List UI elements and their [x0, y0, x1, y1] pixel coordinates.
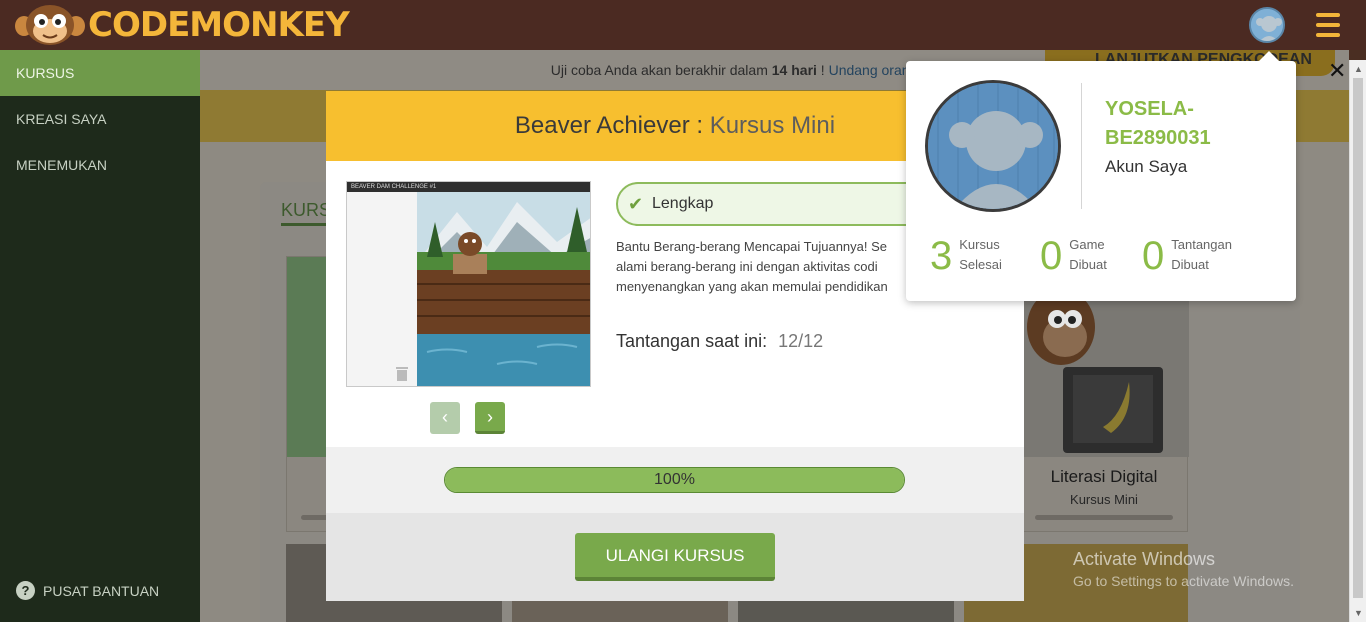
- top-bar: CODEMONKEY: [0, 0, 1366, 50]
- chevron-right-icon: ›: [487, 407, 493, 427]
- stat-value: 0: [1040, 234, 1063, 278]
- description-line: alami berang-berang ini dengan aktivitas…: [616, 259, 878, 274]
- windows-watermark-title: Activate Windows: [1073, 549, 1216, 569]
- status-label: Lengkap: [652, 195, 714, 212]
- trial-text-mid: !: [816, 62, 829, 78]
- help-center-label: PUSAT BANTUAN: [43, 582, 160, 599]
- previous-challenge-button[interactable]: ‹: [430, 402, 460, 434]
- stat-label-line: Dibuat: [1069, 257, 1107, 272]
- question-icon: ?: [16, 581, 35, 600]
- checkmark-icon: ✔: [628, 194, 644, 214]
- profile-avatar[interactable]: [925, 80, 1061, 212]
- trash-icon: [396, 367, 408, 381]
- profile-username: YOSELA-BE2890031: [1105, 98, 1211, 149]
- stat-label-line: Game: [1069, 237, 1105, 252]
- course-card-progress: [1035, 515, 1173, 520]
- help-center-link[interactable]: ? PUSAT BANTUAN: [16, 581, 159, 600]
- modal-title: Beaver Achiever :: [514, 112, 704, 139]
- scroll-thumb[interactable]: [1353, 78, 1363, 598]
- course-description: Bantu Berang-berang Mencapai Tujuannya! …: [616, 237, 906, 297]
- description-line: menyenangkan yang akan memulai pendidika…: [616, 279, 888, 294]
- next-challenge-button[interactable]: ›: [475, 402, 505, 434]
- windows-watermark-subtitle: Go to Settings to activate Windows.: [1073, 573, 1294, 589]
- current-challenge: Tantangan saat ini: 12/12: [616, 331, 823, 352]
- thumbnail-caption: BEAVER DAM CHALLENGE #1: [347, 182, 590, 192]
- my-account-link[interactable]: Akun Saya: [1105, 157, 1187, 177]
- retry-course-button[interactable]: ULANGI KURSUS: [575, 533, 775, 581]
- stat-label-line: Tantangan: [1171, 237, 1232, 252]
- scroll-down-icon[interactable]: ▼: [1354, 608, 1363, 618]
- stat-label: Game Dibuat: [1069, 235, 1107, 275]
- scroll-up-icon[interactable]: ▲: [1354, 64, 1363, 74]
- current-challenge-value: 12/12: [778, 331, 824, 351]
- user-avatar-button[interactable]: [1249, 7, 1285, 43]
- current-challenge-label: Tantangan saat ini:: [616, 331, 768, 351]
- sidebar-item-menemukan[interactable]: MENEMUKAN: [0, 142, 200, 188]
- stat-games-created: 0 Game Dibuat: [1040, 233, 1107, 279]
- progress-section: 100%: [326, 447, 1024, 513]
- codemonkey-logo[interactable]: CODEMONKEY: [14, 4, 350, 46]
- sidebar: KURSUS KREASI SAYA MENEMUKAN ? PUSAT BAN…: [0, 50, 200, 622]
- description-line: Bantu Berang-berang Mencapai Tujuannya! …: [616, 239, 888, 254]
- stat-label-line: Dibuat: [1171, 257, 1209, 272]
- monkey-avatar-icon: [928, 83, 1058, 209]
- trial-text-prefix: Uji coba Anda akan berakhir dalam: [550, 62, 772, 78]
- logo-text: CODEMONKEY: [88, 5, 350, 45]
- course-card-subtitle: Kursus Mini: [1070, 492, 1138, 507]
- stat-value: 0: [1142, 234, 1165, 278]
- stat-label-line: Kursus: [959, 237, 1000, 252]
- stat-courses-completed: 3 Kursus Selesai: [930, 233, 1002, 279]
- profile-dropdown: YOSELA-BE2890031 Akun Saya 3 Kursus Sele…: [906, 51, 1296, 301]
- stat-label-line: Selesai: [959, 257, 1002, 272]
- challenge-thumbnail: BEAVER DAM CHALLENGE #1: [346, 181, 591, 387]
- sidebar-item-kreasi-saya[interactable]: KREASI SAYA: [0, 96, 200, 142]
- profile-divider: [1081, 83, 1082, 209]
- chevron-left-icon: ‹: [442, 407, 448, 427]
- monkey-logo-icon: [15, 5, 85, 45]
- course-card-title: Literasi Digital: [1050, 467, 1158, 486]
- close-icon[interactable]: ✕: [1328, 58, 1346, 84]
- modal-subtitle: Kursus Mini: [709, 112, 836, 139]
- course-progress-text: 100%: [654, 471, 695, 488]
- stat-label: Tantangan Dibuat: [1171, 235, 1232, 275]
- thumbnail-code-panel: [347, 192, 417, 386]
- monkey-avatar-icon: [1251, 9, 1283, 41]
- modal-footer: ULANGI KURSUS: [326, 513, 1024, 601]
- sidebar-item-kursus[interactable]: KURSUS: [0, 50, 200, 96]
- trial-days: 14 hari: [771, 62, 817, 78]
- stat-value: 3: [930, 234, 953, 278]
- stat-challenges-created: 0 Tantangan Dibuat: [1142, 233, 1232, 279]
- beaver-scene-illustration: [417, 192, 590, 386]
- page-scrollbar[interactable]: ▲ ▼: [1349, 60, 1366, 622]
- course-progress-bar: 100%: [444, 467, 905, 493]
- stat-label: Kursus Selesai: [959, 235, 1002, 275]
- menu-icon[interactable]: [1316, 13, 1340, 37]
- courses-section-label: KURS: [281, 200, 332, 226]
